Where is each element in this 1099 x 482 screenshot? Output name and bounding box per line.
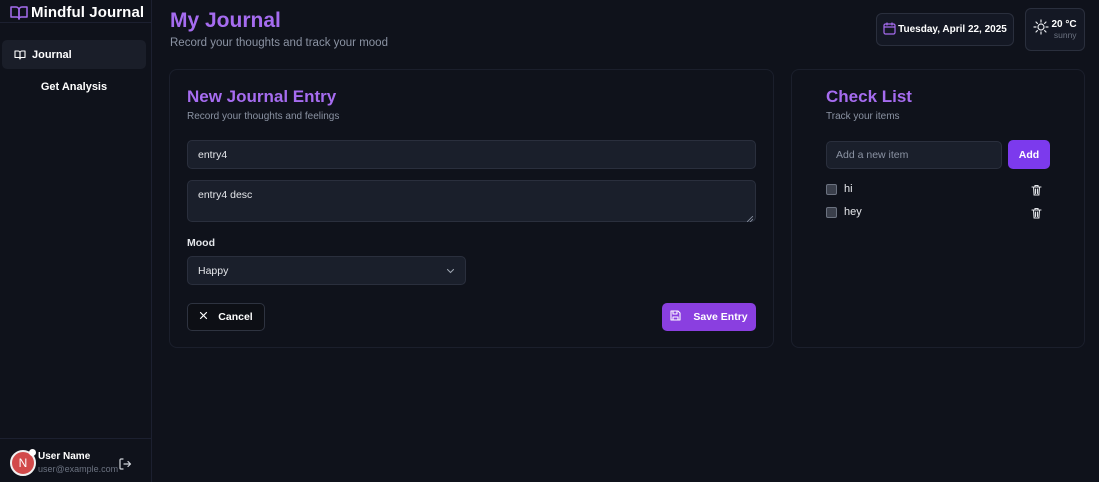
save-label: Save Entry [693, 311, 748, 323]
resize-grip-icon[interactable] [746, 213, 754, 223]
checklist-item: hi [826, 181, 1042, 197]
entry-card-subtitle: Record your thoughts and feelings [187, 111, 340, 122]
mood-select[interactable]: Happy [187, 256, 466, 285]
mood-value: Happy [198, 264, 229, 277]
brand[interactable]: Mindful Journal [10, 2, 144, 22]
weather-condition: sunny [1053, 29, 1077, 40]
avatar: N [10, 449, 36, 476]
date-display: Tuesday, April 22, 2025 [876, 13, 1014, 46]
new-item-placeholder: Add a new item [836, 149, 909, 161]
add-item-button[interactable]: Add [1008, 140, 1050, 169]
status-dot [29, 449, 36, 456]
date-text: Tuesday, April 22, 2025 [898, 24, 1007, 35]
trash-icon[interactable] [1031, 183, 1042, 196]
weather-widget: 20 °C sunny [1025, 8, 1085, 51]
sidebar-item-journal[interactable]: Journal [2, 40, 146, 69]
item-label: hi [844, 183, 853, 195]
entry-description-value: entry4 desc [198, 189, 253, 201]
save-icon [670, 310, 681, 324]
temperature: 20 °C [1051, 18, 1077, 30]
book-icon [14, 49, 26, 60]
entry-title-value: entry4 [198, 148, 228, 161]
item-checkbox[interactable] [826, 206, 837, 218]
divider [0, 438, 152, 439]
chevron-down-icon [446, 265, 455, 277]
close-icon [199, 311, 208, 323]
book-open-icon [10, 4, 28, 20]
entry-description-textarea[interactable]: entry4 desc [187, 180, 756, 223]
add-label: Add [1018, 148, 1040, 161]
cancel-label: Cancel [218, 311, 253, 323]
page-title: My Journal [170, 9, 281, 32]
checklist-title: Check List [826, 87, 912, 106]
calendar-icon [883, 21, 896, 38]
new-item-input[interactable]: Add a new item [826, 141, 1002, 169]
trash-icon[interactable] [1031, 206, 1042, 219]
sidebar-item-get-analysis[interactable]: Get Analysis [2, 72, 146, 101]
logout-icon[interactable] [118, 457, 132, 471]
divider [0, 22, 152, 23]
item-label: hey [844, 206, 862, 218]
app-title: Mindful Journal [31, 3, 145, 21]
user-profile[interactable]: N User Name user@example.com [10, 449, 119, 476]
page-subtitle: Record your thoughts and track your mood [170, 37, 388, 49]
entry-title-input[interactable]: entry4 [187, 140, 756, 169]
cancel-button[interactable]: Cancel [187, 303, 265, 331]
checklist-subtitle: Track your items [826, 111, 900, 122]
item-checkbox[interactable] [826, 183, 837, 195]
mood-label: Mood [187, 237, 215, 249]
save-entry-button[interactable]: Save Entry [662, 303, 756, 331]
sidebar-item-label: Journal [32, 48, 72, 61]
checklist-item: hey [826, 204, 1042, 220]
user-name: User Name [38, 451, 91, 462]
user-email: user@example.com [38, 464, 119, 474]
avatar-initial: N [18, 456, 28, 470]
sidebar-item-label: Get Analysis [40, 80, 108, 93]
sun-icon [1033, 19, 1050, 40]
sidebar: Mindful Journal Journal Get Analysis N U… [0, 0, 152, 482]
entry-card-title: New Journal Entry [187, 87, 337, 106]
